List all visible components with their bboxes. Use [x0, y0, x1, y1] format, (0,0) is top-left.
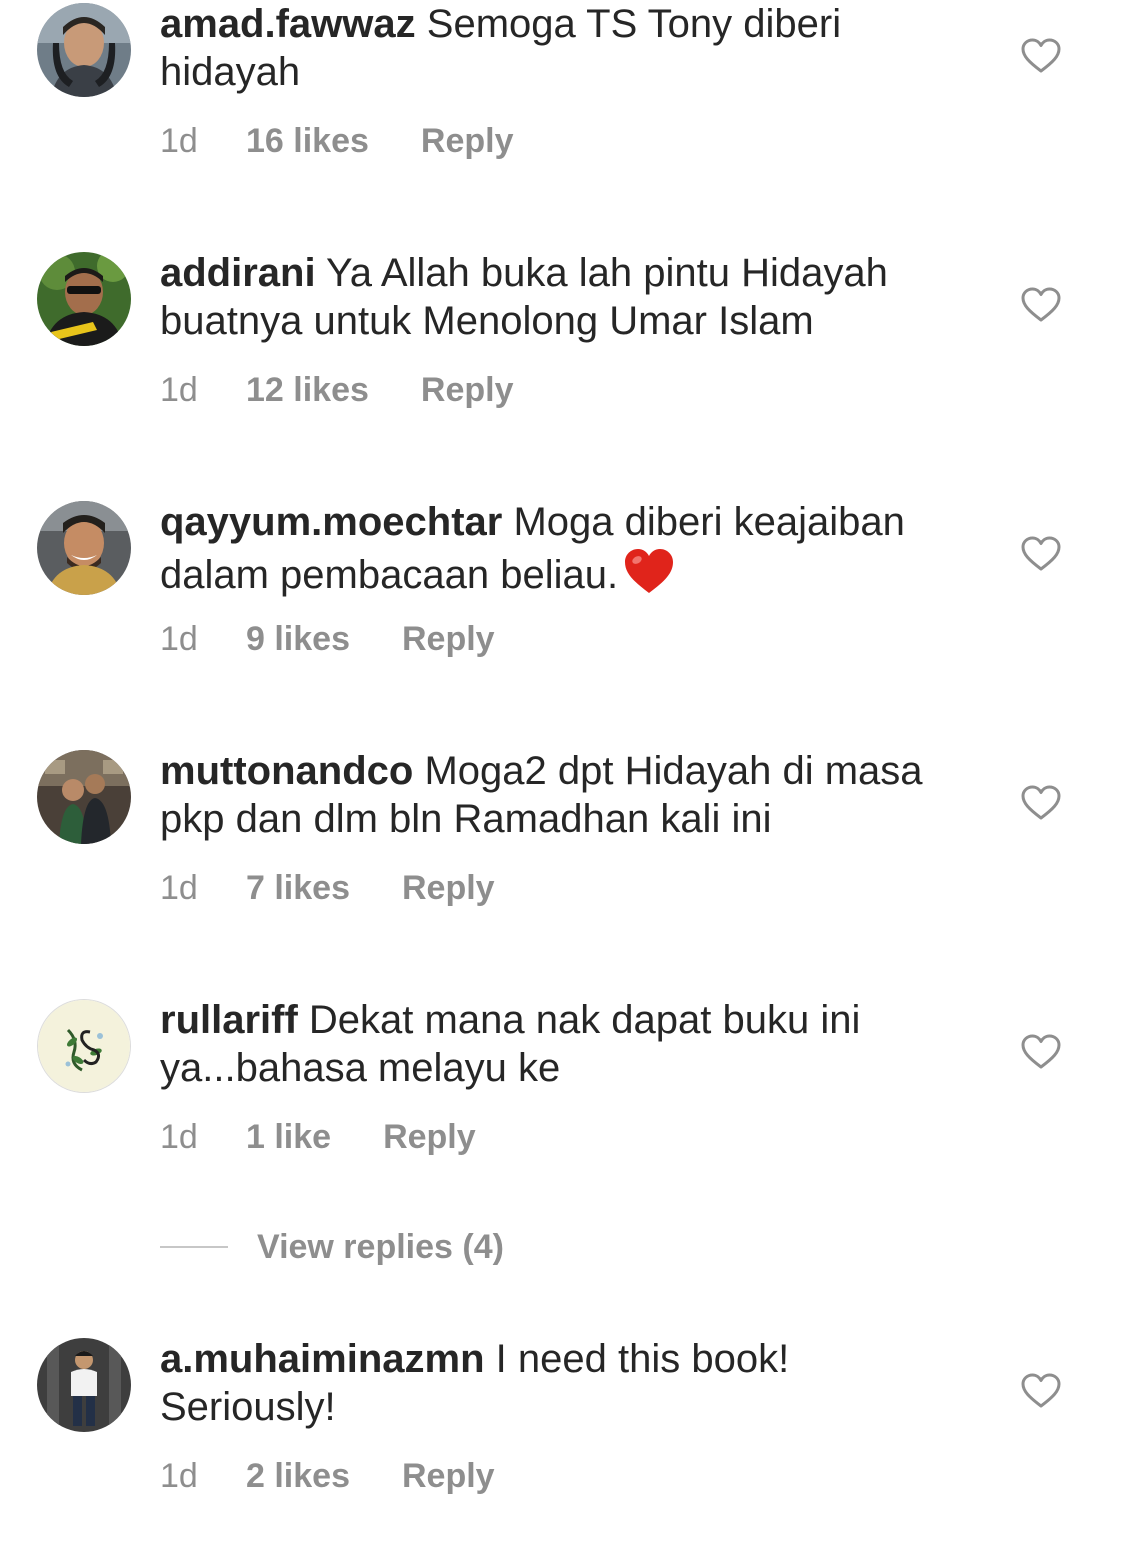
comment-likes[interactable]: 12 likes: [246, 370, 369, 410]
heart-icon[interactable]: [1021, 536, 1061, 572]
comment-meta: 1d 1 like Reply: [160, 1117, 476, 1157]
reply-button[interactable]: Reply: [421, 370, 514, 410]
comment-meta: 1d 7 likes Reply: [160, 868, 495, 908]
red-heart-emoji: [625, 549, 674, 593]
comment-meta: 1d 16 likes Reply: [160, 121, 513, 161]
comment-time: 1d: [160, 122, 198, 160]
comment-username[interactable]: qayyum.moechtar: [160, 500, 502, 544]
comment-time: 1d: [160, 1118, 198, 1156]
reply-button[interactable]: Reply: [383, 1117, 476, 1157]
avatar[interactable]: [37, 750, 131, 844]
heart-icon[interactable]: [1021, 38, 1061, 74]
comment-text: muttonandco Moga2 dpt Hidayah di masa pk…: [160, 747, 950, 843]
comment-text: addirani Ya Allah buka lah pintu Hidayah…: [160, 249, 950, 345]
avatar[interactable]: [37, 501, 131, 595]
heart-icon[interactable]: [1021, 1034, 1061, 1070]
avatar[interactable]: [37, 3, 131, 97]
comment-text: a.muhaiminazmn I need this book! Serious…: [160, 1335, 950, 1431]
heart-icon[interactable]: [1021, 1373, 1061, 1409]
comment-likes[interactable]: 1 like: [246, 1117, 331, 1157]
view-replies-label[interactable]: View replies (4): [257, 1225, 504, 1269]
comment-likes[interactable]: 2 likes: [246, 1456, 350, 1496]
heart-icon[interactable]: [1021, 785, 1061, 821]
view-replies-button[interactable]: View replies (4): [160, 1225, 660, 1269]
reply-button[interactable]: Reply: [402, 868, 495, 908]
comment-username[interactable]: amad.fawwaz: [160, 2, 416, 46]
comment-time: 1d: [160, 1457, 198, 1495]
avatar[interactable]: [37, 1338, 131, 1432]
view-replies-divider: [160, 1246, 228, 1248]
reply-button[interactable]: Reply: [402, 1456, 495, 1496]
comment-username[interactable]: muttonandco: [160, 749, 413, 793]
avatar[interactable]: [37, 252, 131, 346]
comment-text: rullariff Dekat mana nak dapat buku ini …: [160, 996, 950, 1092]
heart-icon[interactable]: [1021, 287, 1061, 323]
comment-time: 1d: [160, 371, 198, 409]
comment-username[interactable]: addirani: [160, 251, 316, 295]
comment-text: amad.fawwaz Semoga TS Tony diberi hidaya…: [160, 0, 950, 96]
comment-text: qayyum.moechtar Moga diberi keajaiban da…: [160, 498, 950, 599]
comment-meta: 1d 12 likes Reply: [160, 370, 513, 410]
avatar[interactable]: [37, 999, 131, 1093]
comment-likes[interactable]: 16 likes: [246, 121, 369, 161]
comment-username[interactable]: rullariff: [160, 998, 298, 1042]
comment-username[interactable]: a.muhaiminazmn: [160, 1337, 485, 1381]
comment-time: 1d: [160, 869, 198, 907]
comment-meta: 1d 2 likes Reply: [160, 1456, 495, 1496]
reply-button[interactable]: Reply: [421, 121, 514, 161]
reply-button[interactable]: Reply: [402, 619, 495, 659]
comment-meta: 1d 9 likes Reply: [160, 619, 495, 659]
comment-likes[interactable]: 9 likes: [246, 619, 350, 659]
comment-time: 1d: [160, 620, 198, 658]
comment-likes[interactable]: 7 likes: [246, 868, 350, 908]
